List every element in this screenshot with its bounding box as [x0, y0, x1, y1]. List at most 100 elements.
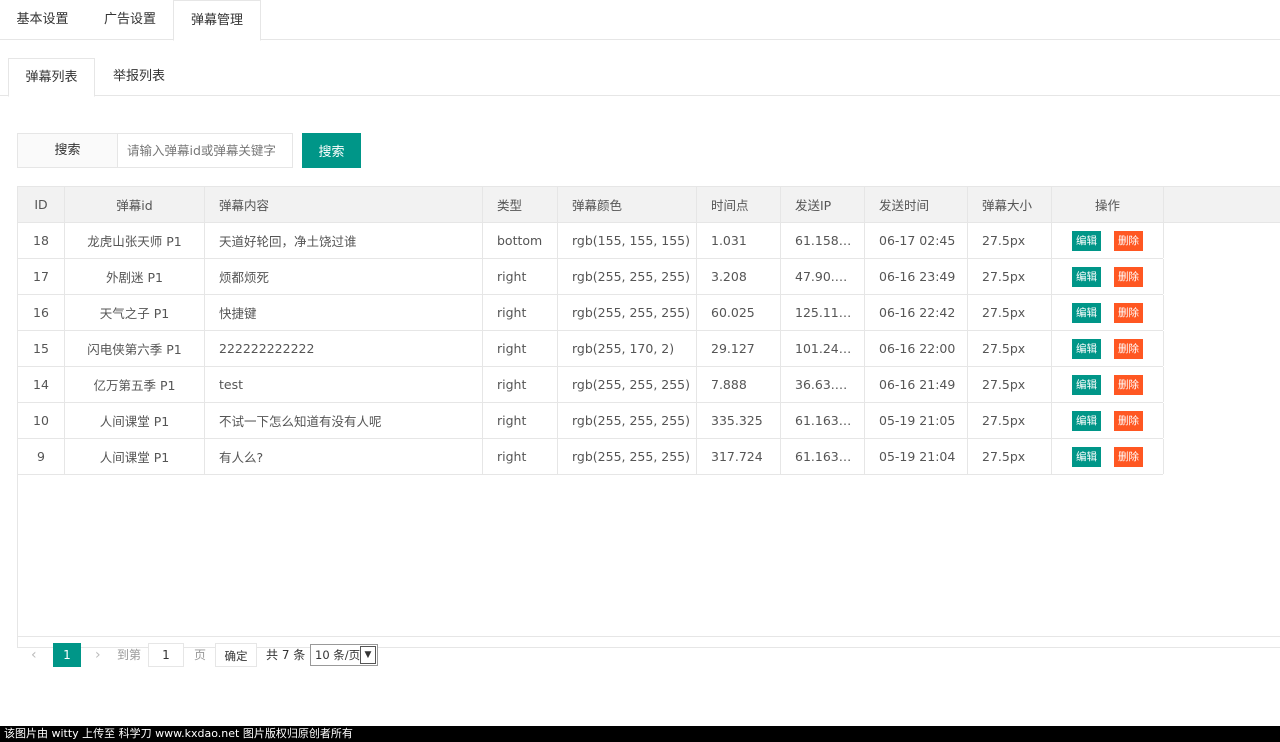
- edit-button[interactable]: 编辑: [1072, 446, 1101, 467]
- total-count: 共 7 条: [266, 648, 306, 662]
- cell-type: right: [483, 295, 558, 330]
- header-color: 弹幕颜色: [558, 187, 697, 222]
- cell-sent-time: 06-17 02:45: [865, 223, 968, 258]
- cell-id: 9: [18, 439, 65, 474]
- chevron-left-icon[interactable]: ‹: [31, 643, 37, 667]
- delete-button[interactable]: 删除: [1114, 266, 1143, 287]
- cell-id: 16: [18, 295, 65, 330]
- delete-button[interactable]: 删除: [1114, 302, 1143, 323]
- cell-danmu-id: 天气之子 P1: [65, 295, 205, 330]
- header-actions: 操作: [1052, 187, 1164, 222]
- cell-time: 3.208: [697, 259, 781, 294]
- cell-ip: 47.90.…: [781, 259, 865, 294]
- cell-size: 27.5px: [968, 295, 1052, 330]
- cell-color: rgb(255, 170, 2): [558, 331, 697, 366]
- danmu-table: ID 弹幕id 弹幕内容 类型 弹幕颜色 时间点 发送IP 发送时间 弹幕大小 …: [17, 186, 1280, 648]
- watermark-bar: 该图片由 witty 上传至 科学刀 www.kxdao.net 图片版权归原创…: [0, 726, 1280, 742]
- cell-content: test: [205, 367, 483, 402]
- per-page-value: 10 条/页: [315, 648, 361, 662]
- header-content: 弹幕内容: [205, 187, 483, 222]
- header-id: ID: [18, 187, 65, 222]
- cell-danmu-id: 龙虎山张天师 P1: [65, 223, 205, 258]
- edit-button[interactable]: 编辑: [1072, 230, 1101, 251]
- cell-danmu-id: 人间课堂 P1: [65, 403, 205, 438]
- cell-type: right: [483, 259, 558, 294]
- cell-size: 27.5px: [968, 223, 1052, 258]
- edit-button[interactable]: 编辑: [1072, 266, 1101, 287]
- table-row: 18 龙虎山张天师 P1 天道好轮回，净土饶过谁 bottom rgb(155, 155…: [18, 223, 1164, 259]
- page-unit-label: 页: [194, 648, 207, 662]
- per-page-select[interactable]: 10 条/页 ▼: [310, 644, 378, 666]
- cell-id: 10: [18, 403, 65, 438]
- cell-content: 222222222222: [205, 331, 483, 366]
- cell-sent-time: 06-16 22:00: [865, 331, 968, 366]
- cell-time: 317.724: [697, 439, 781, 474]
- chevron-right-icon[interactable]: ›: [95, 643, 101, 667]
- cell-size: 27.5px: [968, 403, 1052, 438]
- goto-label: 到第: [117, 648, 142, 662]
- header-size: 弹幕大小: [968, 187, 1052, 222]
- cell-sent-time: 06-16 22:42: [865, 295, 968, 330]
- table-row: 14 亿万第五季 P1 test right rgb(255, 255, 255) 7.8…: [18, 367, 1164, 403]
- delete-button[interactable]: 删除: [1114, 446, 1143, 467]
- cell-time: 7.888: [697, 367, 781, 402]
- cell-content: 天道好轮回，净土饶过谁: [205, 223, 483, 258]
- tab-basic-settings[interactable]: 基本设置: [0, 0, 85, 40]
- goto-confirm-button[interactable]: 确定: [215, 643, 257, 667]
- cell-id: 17: [18, 259, 65, 294]
- tab-report-list[interactable]: 举报列表: [95, 58, 183, 96]
- cell-content: 烦都烦死: [205, 259, 483, 294]
- cell-actions: 编辑 删除: [1052, 295, 1164, 330]
- delete-button[interactable]: 删除: [1114, 374, 1143, 395]
- cell-sent-time: 06-16 23:49: [865, 259, 968, 294]
- cell-color: rgb(255, 255, 255): [558, 367, 697, 402]
- cell-ip: 125.11…: [781, 295, 865, 330]
- cell-ip: 61.163…: [781, 439, 865, 474]
- cell-ip: 36.63.…: [781, 367, 865, 402]
- search-input[interactable]: [118, 134, 292, 167]
- cell-sent-time: 06-16 21:49: [865, 367, 968, 402]
- cell-actions: 编辑 删除: [1052, 331, 1164, 366]
- cell-color: rgb(255, 255, 255): [558, 403, 697, 438]
- header-danmu-id: 弹幕id: [65, 187, 205, 222]
- cell-size: 27.5px: [968, 367, 1052, 402]
- header-time: 时间点: [697, 187, 781, 222]
- tab-danmu-list[interactable]: 弹幕列表: [8, 58, 95, 97]
- cell-content: 有人么?: [205, 439, 483, 474]
- page-current[interactable]: 1: [53, 643, 81, 667]
- cell-type: bottom: [483, 223, 558, 258]
- cell-content: 快捷键: [205, 295, 483, 330]
- edit-button[interactable]: 编辑: [1072, 410, 1101, 431]
- cell-actions: 编辑 删除: [1052, 223, 1164, 258]
- cell-time: 60.025: [697, 295, 781, 330]
- cell-id: 15: [18, 331, 65, 366]
- cell-time: 335.325: [697, 403, 781, 438]
- table-row: 9 人间课堂 P1 有人么? right rgb(255, 255, 255) 317.7…: [18, 439, 1164, 475]
- cell-type: right: [483, 403, 558, 438]
- search-button[interactable]: 搜索: [302, 133, 361, 168]
- cell-color: rgb(255, 255, 255): [558, 439, 697, 474]
- table-row: 10 人间课堂 P1 不试一下怎么知道有没有人呢 right rgb(255, 255,…: [18, 403, 1164, 439]
- cell-size: 27.5px: [968, 331, 1052, 366]
- top-tab-bar: 基本设置 广告设置 弹幕管理: [0, 0, 1280, 41]
- header-sent-time: 发送时间: [865, 187, 968, 222]
- cell-type: right: [483, 439, 558, 474]
- goto-page-input[interactable]: [148, 643, 184, 667]
- edit-button[interactable]: 编辑: [1072, 374, 1101, 395]
- cell-color: rgb(155, 155, 155): [558, 223, 697, 258]
- edit-button[interactable]: 编辑: [1072, 302, 1101, 323]
- sub-tab-bar: 弹幕列表 举报列表: [0, 58, 1280, 97]
- search-group: 搜索: [17, 133, 293, 168]
- tab-ad-settings[interactable]: 广告设置: [87, 0, 173, 40]
- cell-color: rgb(255, 255, 255): [558, 295, 697, 330]
- cell-actions: 编辑 删除: [1052, 403, 1164, 438]
- tab-danmu-management[interactable]: 弹幕管理: [173, 0, 261, 41]
- cell-content: 不试一下怎么知道有没有人呢: [205, 403, 483, 438]
- delete-button[interactable]: 删除: [1114, 230, 1143, 251]
- cell-sent-time: 05-19 21:05: [865, 403, 968, 438]
- cell-actions: 编辑 删除: [1052, 367, 1164, 402]
- delete-button[interactable]: 删除: [1114, 410, 1143, 431]
- cell-id: 14: [18, 367, 65, 402]
- delete-button[interactable]: 删除: [1114, 338, 1143, 359]
- edit-button[interactable]: 编辑: [1072, 338, 1101, 359]
